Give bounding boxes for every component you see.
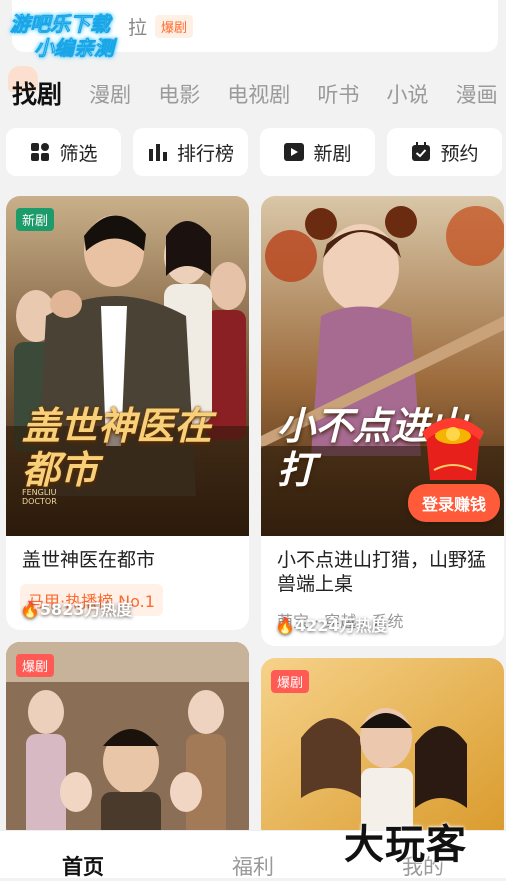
drama-card[interactable]: 新剧 盖世神医在都市 FENGLIU DOCTOR 🔥5823万热度 盖世神医在… [6,196,249,630]
bar-chart-icon [148,144,167,161]
flame-icon: 🔥 [20,600,40,619]
poster-title: 盖世神医在都市 [22,404,213,492]
heat-value: 4224万热度 [294,616,388,635]
tab-comic-drama[interactable]: 漫剧 [89,72,131,118]
brand-watermark: 大玩客 [344,822,467,868]
heat-count: 🔥5823万热度 [20,596,132,620]
drama-card[interactable]: 爆剧 [6,642,249,842]
new-drama-button[interactable]: 新剧 [260,128,375,176]
calendar-check-icon [412,142,431,161]
reservation-label: 预约 [440,142,479,165]
tab-audiobook[interactable]: 听书 [317,72,359,118]
heat-value: 5823万热度 [39,600,133,619]
filter-button[interactable]: 筛选 [6,128,121,176]
new-badge: 新剧 [16,208,55,231]
quick-actions: 筛选 排行榜 新剧 预约 [6,128,506,176]
new-drama-label: 新剧 [313,142,352,165]
ranking-button[interactable]: 排行榜 [133,128,248,176]
watermark-line2: 小编亲测 [34,36,115,61]
filter-label: 筛选 [59,142,98,165]
play-square-icon [284,143,305,161]
reservation-button[interactable]: 预约 [387,128,502,176]
watermark-line1: 游吧乐下载 [10,12,111,37]
search-hot-tag: 爆剧 [155,14,194,38]
card-title[interactable]: 盖世神医在都市 [22,548,237,572]
card-title[interactable]: 小不点进山打猎，山野猛兽端上桌 [277,548,492,596]
search-query: 拉 [128,16,148,39]
ranking-label: 排行榜 [176,142,234,165]
poster-subtitle: FENGLIU DOCTOR [22,488,57,506]
tab-find-drama[interactable]: 找剧 [12,72,62,118]
login-earn-button[interactable]: 登录赚钱 [407,484,500,522]
heat-count: 🔥4224万热度 [275,612,387,636]
filter-grid-icon [31,143,50,161]
tab-movie[interactable]: 电影 [158,72,200,118]
red-packet-icon[interactable] [416,410,490,486]
tab-tv-series[interactable]: 电视剧 [227,72,290,118]
site-watermark: 游吧乐下载 小编亲测 [10,12,115,61]
tab-comic[interactable]: 漫画 [456,72,498,118]
flame-icon: 🔥 [275,616,295,635]
hot-badge: 爆剧 [16,654,55,677]
hot-badge: 爆剧 [271,670,310,693]
tab-novel[interactable]: 小说 [386,72,428,118]
category-tabs: 找剧 漫剧 电影 电视剧 听书 小说 漫画 [0,72,506,118]
